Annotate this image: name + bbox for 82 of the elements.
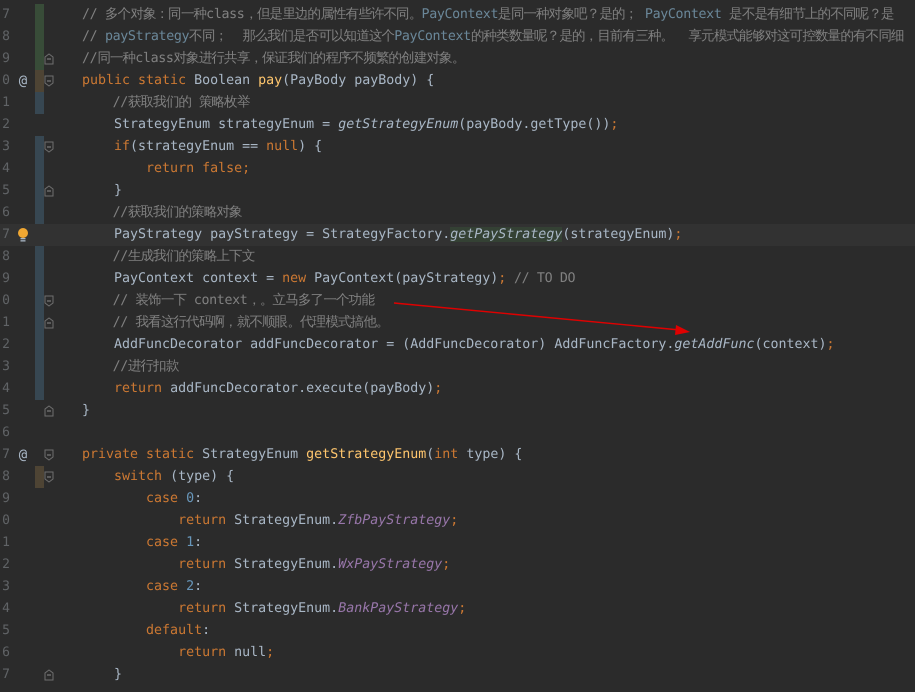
code-line: private static StrategyEnum getStrategyEnum(int type) { [82, 446, 524, 464]
line-number: 4 [1, 380, 11, 398]
fold-icon[interactable] [44, 405, 54, 417]
code-line: public static Boolean pay(PayBody payBody) { [82, 72, 436, 90]
code-line: case 1: [145, 534, 204, 552]
code-line: default: [145, 622, 212, 640]
code-line: // 多个对象：同一种class，但是里边的属性有些许不同。PayContext是同一种对象吧？是的； PayContext 是不是有细节上的不同呢？是 [82, 6, 895, 24]
code-line: PayStrategy payStrategy = StrategyFactory.getPayStrategy(strategyEnum); [113, 226, 684, 244]
line-number: 0 [1, 292, 11, 310]
line-number: 5 [1, 402, 11, 420]
line-number: 4 [1, 160, 11, 178]
line-number: 9 [1, 490, 11, 508]
code-line: PayContext context = new PayContext(payStrategy); // TO DO [113, 270, 576, 288]
line-number: 0 [1, 512, 11, 530]
change-marker[interactable] [35, 48, 44, 70]
line-number: 8 [1, 468, 11, 486]
code-line: AddFuncDecorator addFuncDecorator = (AddFuncDecorator) AddFuncFactory.getAddFunc(context); [113, 336, 836, 354]
code-line: return StrategyEnum.BankPayStrategy; [177, 600, 468, 618]
line-number: 6 [1, 644, 11, 662]
code-line: case 0: [145, 490, 204, 508]
fold-icon[interactable] [44, 317, 54, 329]
line-number: 3 [1, 578, 11, 596]
line-number: 8 [1, 248, 11, 266]
line-number: 2 [1, 556, 11, 574]
line-number: 7 [1, 666, 11, 684]
change-marker[interactable] [35, 4, 44, 26]
code-line: return StrategyEnum.ZfbPayStrategy; [177, 512, 460, 530]
line-number: 2 [1, 336, 11, 354]
code-line: StrategyEnum strategyEnum = getStrategyEnum(payBody.getType()); [113, 116, 620, 134]
override-marker[interactable]: @ [18, 444, 28, 466]
code-line: //同一种class对象进行共享，保证我们的程序不频繁的创建对象。 [82, 50, 466, 68]
change-marker[interactable] [35, 466, 44, 488]
code-line: // 我看这行代码啊，就不顺眼。代理模式搞他。 [112, 314, 390, 332]
override-marker[interactable]: @ [18, 70, 28, 92]
fold-icon[interactable] [44, 185, 54, 197]
line-number: 2 [1, 116, 11, 134]
code-line: return addFuncDecorator.execute(payBody); [113, 380, 444, 398]
line-number: 6 [1, 424, 11, 442]
code-line: //获取我们的 策略枚举 [112, 94, 251, 112]
code-line: case 2: [145, 578, 204, 596]
code-line: // payStrategy不同； 那么我们是否可以知道这个PayContext的种类数量呢？是的，目前有三种。 享元模式能够对这可控数量的有不同细 [82, 28, 905, 46]
fold-icon[interactable] [44, 669, 54, 681]
code-line: //获取我们的策略对象 [112, 204, 243, 222]
change-marker[interactable] [35, 92, 44, 114]
line-number: 3 [1, 138, 11, 156]
line-number: 1 [1, 94, 11, 112]
line-number: 4 [1, 600, 11, 618]
code-line: } [82, 402, 92, 420]
code-line: //进行扣款 [112, 358, 180, 376]
line-number: 0 [1, 72, 11, 90]
fold-icon[interactable] [44, 141, 54, 153]
line-number: 1 [1, 534, 11, 552]
code-line: } [113, 182, 124, 200]
line-number: 9 [1, 270, 11, 288]
line-number: 7 [1, 6, 11, 24]
code-line: switch (type) { [113, 468, 236, 486]
lightbulb-icon[interactable] [17, 227, 29, 243]
line-number: 5 [1, 182, 11, 200]
code-line: if(strategyEnum == null) { [113, 138, 324, 156]
fold-icon[interactable] [44, 53, 54, 65]
line-number: 8 [1, 28, 11, 46]
code-line: return null; [177, 644, 276, 662]
code-line: } [113, 666, 124, 684]
code-line: // 装饰一下 context，。立马多了一个功能 [112, 292, 376, 310]
line-number: 5 [1, 622, 11, 640]
line-number: 7 [1, 446, 11, 464]
change-marker[interactable] [35, 246, 44, 268]
line-number: 1 [1, 314, 11, 332]
line-number: 6 [1, 204, 11, 222]
fold-icon[interactable] [44, 449, 54, 461]
change-marker[interactable] [35, 70, 44, 92]
change-marker[interactable] [35, 202, 44, 224]
code-line: return StrategyEnum.WxPayStrategy; [177, 556, 452, 574]
code-line: //生成我们的策略上下文 [112, 248, 256, 266]
fold-icon[interactable] [44, 75, 54, 87]
fold-icon[interactable] [44, 295, 54, 307]
fold-icon[interactable] [44, 471, 54, 483]
line-number: 3 [1, 358, 11, 376]
line-number: 9 [1, 50, 11, 68]
change-marker[interactable] [35, 378, 44, 400]
change-marker[interactable] [35, 136, 44, 158]
code-line: return false; [145, 160, 252, 178]
